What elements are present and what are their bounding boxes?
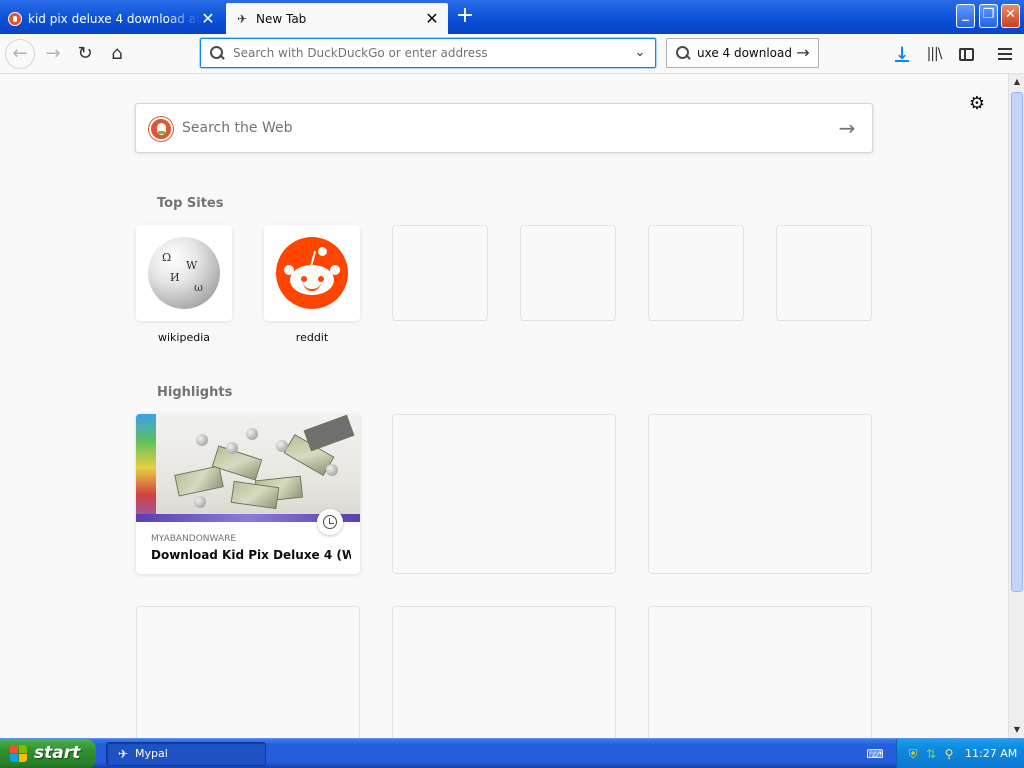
top-site-label[interactable]: reddit — [264, 331, 360, 344]
top-site-label[interactable]: wikipedia — [136, 331, 232, 344]
search-input[interactable] — [697, 44, 792, 62]
wikipedia-glyph: И — [170, 271, 180, 284]
search-bar[interactable]: → — [666, 38, 819, 68]
arrow-right-icon[interactable]: → — [793, 42, 813, 64]
url-bar[interactable]: ⌄ — [200, 38, 656, 68]
start-button[interactable]: start — [0, 739, 96, 768]
navigation-toolbar: ← → ↻ ⌂ ⌄ → |||\ — [0, 34, 1024, 74]
new-tab-page: ⚙ → Top Sites Ω W И ω wikipedia reddit H… — [0, 74, 1008, 738]
search-icon — [210, 46, 224, 60]
top-sites-heading: Top Sites — [157, 196, 224, 211]
maximize-button[interactable]: ❐ — [979, 4, 998, 28]
downloads-button[interactable] — [888, 40, 916, 68]
taskbar-window-mypal[interactable]: ✈ Mypal — [106, 742, 266, 766]
chevron-down-icon[interactable]: ⌄ — [631, 44, 649, 62]
keyboard-icon[interactable]: ⌨ — [866, 747, 884, 761]
download-icon — [895, 40, 909, 68]
gear-icon[interactable]: ⚙ — [967, 94, 987, 114]
minimize-button[interactable]: _ — [956, 4, 975, 28]
taskbar-window-label: Mypal — [135, 747, 168, 760]
scrollbar-thumb[interactable] — [1011, 92, 1023, 592]
wikipedia-icon: Ω W И ω — [148, 237, 220, 309]
address-input[interactable] — [233, 44, 623, 62]
empty-top-site-tile — [776, 225, 872, 321]
duckduckgo-icon — [8, 11, 22, 26]
reload-button[interactable]: ↻ — [71, 40, 99, 68]
search-icon[interactable]: ⚲ — [941, 746, 957, 762]
back-button[interactable]: ← — [5, 39, 35, 69]
highlights-heading: Highlights — [157, 385, 233, 400]
windows-logo-icon — [10, 745, 28, 763]
library-button[interactable]: |||\ — [920, 40, 948, 68]
tab-duckduckgo-search[interactable]: kid pix deluxe 4 download at DuckDuckGo … — [0, 3, 224, 34]
scroll-down-icon[interactable]: ▼ — [1009, 722, 1024, 738]
highlight-title: Download Kid Pix Deluxe 4 (Win... — [151, 548, 351, 562]
mypal-icon: ✈ — [236, 11, 248, 26]
taskbar-clock[interactable]: 11:27 AM — [965, 747, 1017, 760]
close-tab-icon[interactable]: ✕ — [200, 10, 216, 27]
menu-button[interactable] — [991, 40, 1019, 68]
web-search-box[interactable]: → — [135, 103, 873, 153]
empty-top-site-tile — [392, 225, 488, 321]
close-tab-icon[interactable]: ✕ — [424, 10, 440, 27]
empty-highlight-card — [648, 606, 872, 738]
empty-top-site-tile — [520, 225, 616, 321]
security-shield-icon[interactable]: ⛨ — [905, 746, 921, 762]
forward-button[interactable]: → — [39, 40, 67, 68]
wikipedia-glyph: Ω — [162, 251, 172, 264]
top-site-tile-reddit[interactable] — [264, 225, 360, 321]
reddit-icon — [276, 237, 348, 309]
search-icon[interactable] — [676, 46, 690, 60]
home-button[interactable]: ⌂ — [103, 40, 131, 68]
tab-bar: kid pix deluxe 4 download at DuckDuckGo … — [0, 0, 1024, 34]
wikipedia-glyph: W — [186, 259, 198, 272]
arrow-right-icon[interactable]: → — [836, 116, 858, 140]
new-tab-button[interactable]: + — [452, 5, 478, 29]
empty-highlight-card — [648, 414, 872, 574]
highlight-thumbnail — [136, 414, 360, 522]
web-search-input[interactable] — [182, 118, 782, 138]
empty-highlight-card — [136, 606, 360, 738]
tab-new-tab[interactable]: ✈ New Tab ✕ — [226, 3, 448, 34]
network-icon[interactable]: ⇅ — [923, 746, 939, 762]
empty-highlight-card — [392, 606, 616, 738]
taskbar: start ✈ Mypal ⌨ ⛨ ⇅ ⚲ 11:27 AM — [0, 738, 1024, 768]
empty-highlight-card — [392, 414, 616, 574]
system-tray: ⛨ ⇅ ⚲ 11:27 AM — [896, 739, 1024, 768]
hamburger-icon — [998, 48, 1012, 60]
sidebar-icon — [958, 47, 974, 61]
start-label: start — [34, 743, 81, 763]
tab-title: kid pix deluxe 4 download at DuckDuckGo — [28, 11, 200, 26]
wikipedia-glyph: ω — [194, 281, 203, 294]
tab-title: New Tab — [256, 11, 307, 26]
mypal-icon: ✈ — [117, 747, 129, 761]
close-window-button[interactable]: ✕ — [1001, 4, 1020, 28]
highlight-source: MYABANDONWARE — [151, 534, 237, 544]
scroll-up-icon[interactable]: ▲ — [1009, 74, 1024, 90]
highlight-card[interactable]: MYABANDONWARE Download Kid Pix Deluxe 4 … — [136, 414, 360, 574]
clock-icon — [317, 509, 343, 535]
vertical-scrollbar[interactable]: ▲ ▼ — [1008, 74, 1024, 738]
empty-top-site-tile — [648, 225, 744, 321]
top-site-tile-wikipedia[interactable]: Ω W И ω — [136, 225, 232, 321]
sidebar-button[interactable] — [952, 40, 980, 68]
duckduckgo-logo-icon — [149, 117, 173, 141]
